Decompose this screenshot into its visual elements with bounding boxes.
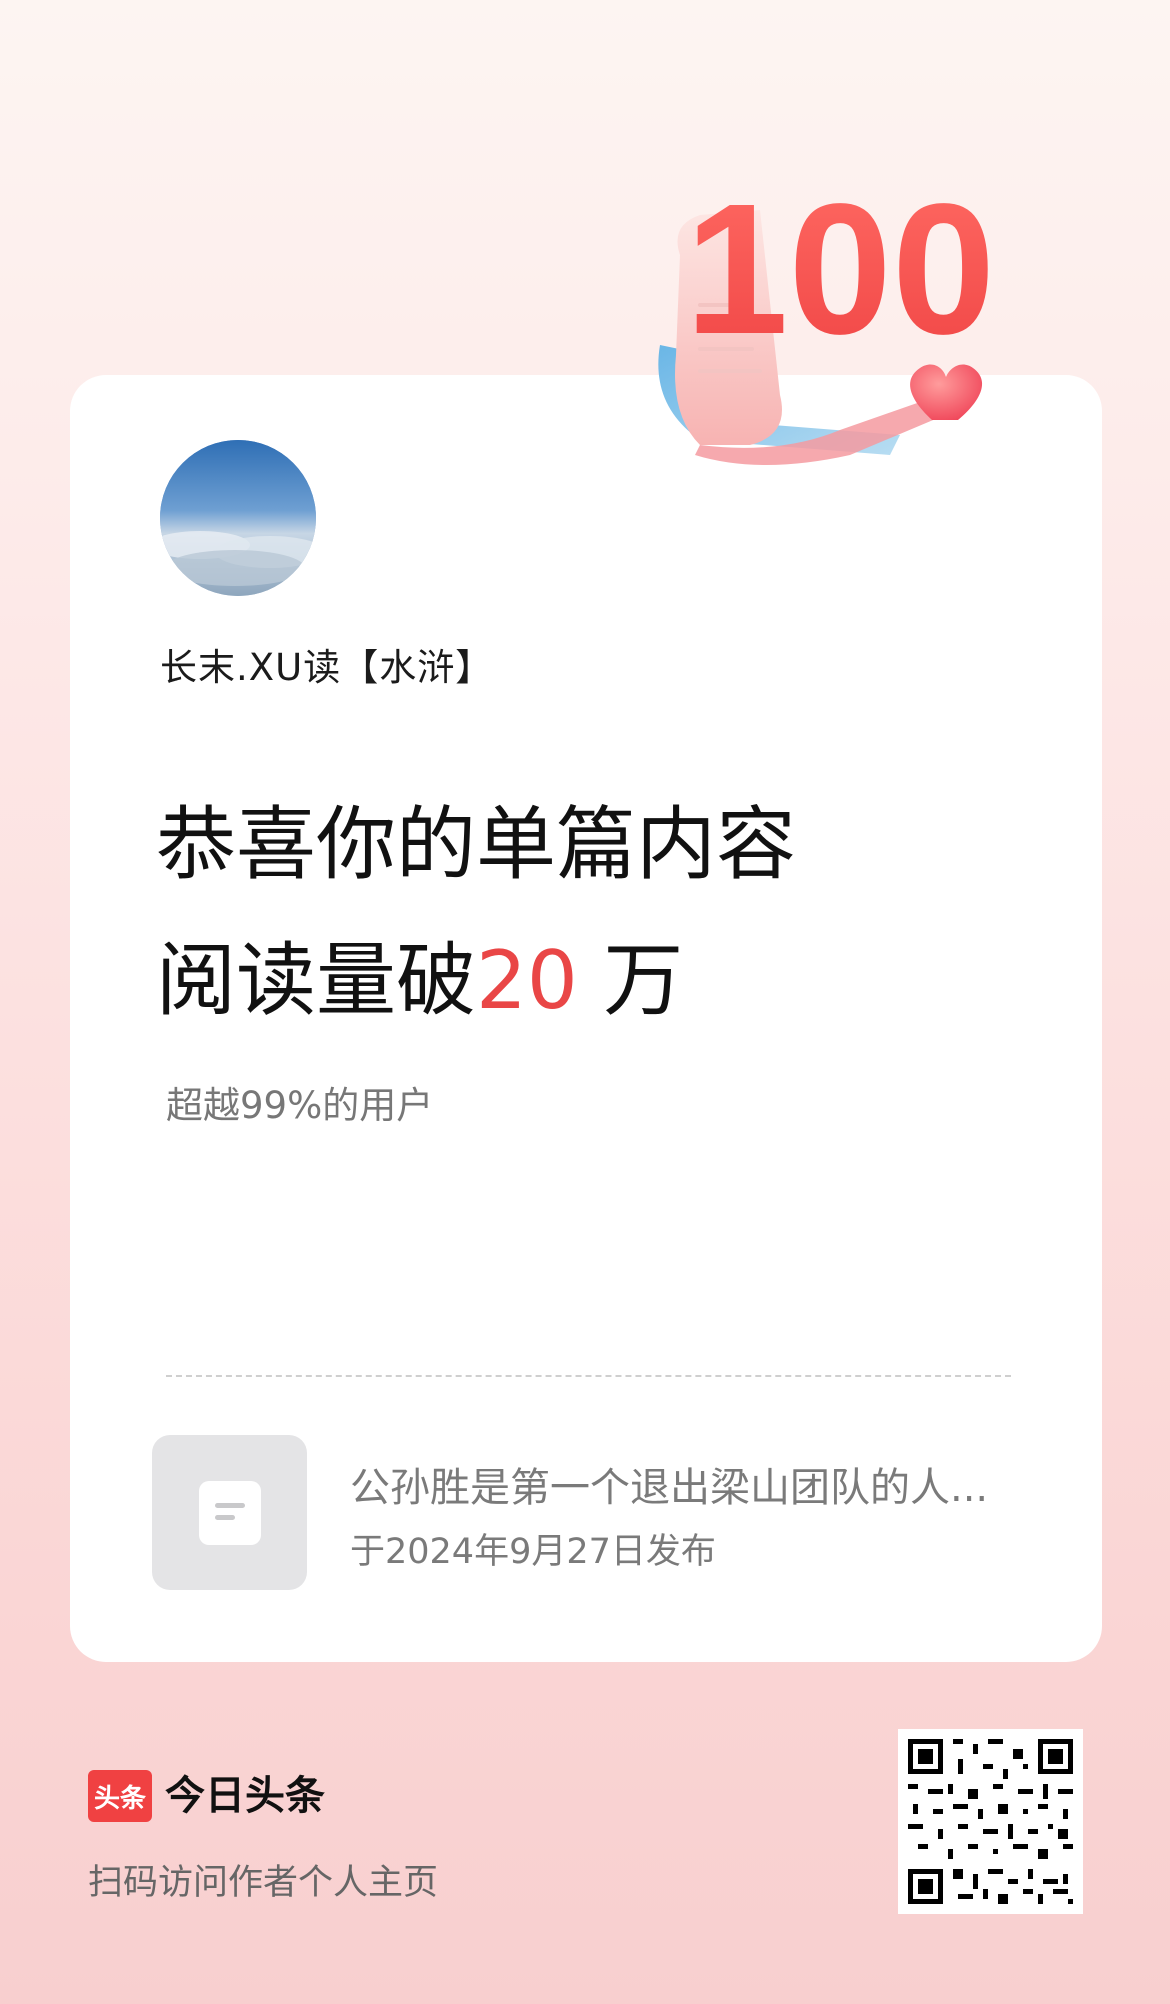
qr-code-image	[898, 1729, 1083, 1914]
headline-line-1: 恭喜你的单篇内容	[156, 798, 796, 891]
headline-suffix: 万	[577, 934, 684, 1027]
brand-name: 今日头条	[165, 1773, 325, 1819]
article-date: 于2024年9月27日发布	[350, 1532, 716, 1572]
toutiao-logo: 头条	[88, 1770, 152, 1822]
qr-code[interactable]	[898, 1729, 1083, 1914]
milestone-badge: 100	[640, 155, 1020, 495]
badge-number: 100	[685, 166, 995, 373]
percentile-text: 超越99%的用户	[166, 1084, 434, 1127]
avatar-image	[160, 440, 316, 596]
headline-read-count: 20	[476, 934, 578, 1027]
article-title[interactable]: 公孙胜是第一个退出梁山团队的人...	[350, 1455, 988, 1513]
headline-line-2: 阅读量破20 万	[156, 913, 796, 1049]
headline: 恭喜你的单篇内容 阅读量破20 万	[156, 777, 796, 1049]
headline-prefix: 阅读量破	[156, 934, 476, 1027]
qr-caption: 扫码访问作者个人主页	[88, 1863, 439, 1903]
dashed-divider	[166, 1375, 1011, 1377]
avatar[interactable]	[160, 440, 316, 596]
author-name[interactable]: 长末.XU读【水浒】	[160, 637, 493, 691]
badge-illustration: 100	[658, 166, 995, 465]
achievement-card: 长末.XU读【水浒】 恭喜你的单篇内容 阅读量破20 万 超越99%的用户 公孙…	[70, 375, 1102, 1662]
document-icon	[199, 1481, 261, 1545]
article-thumbnail[interactable]	[152, 1435, 307, 1590]
